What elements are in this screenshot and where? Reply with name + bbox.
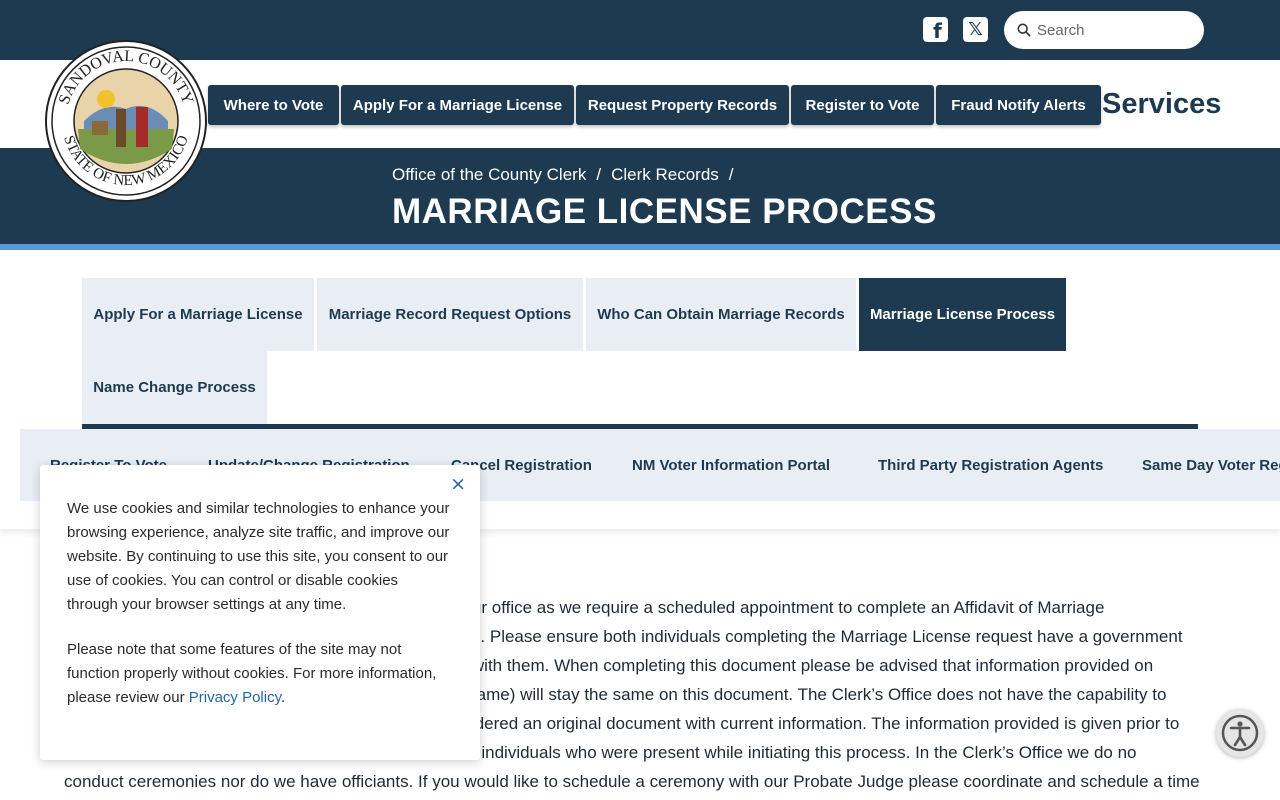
subnav-nm-voter-information-portal[interactable]: NM Voter Information Portal: [632, 457, 830, 474]
privacy-policy-link[interactable]: Privacy Policy: [189, 689, 281, 706]
tab-apply-marriage-license[interactable]: Apply For a Marriage License: [82, 278, 314, 351]
cookie-note-end: .: [280, 689, 286, 706]
subnav-same-day-voter-registration[interactable]: Same Day Voter Registration: [1142, 457, 1280, 474]
search-icon: [1017, 23, 1031, 37]
nav-fraud-notify-alerts[interactable]: Fraud Notify Alerts: [936, 85, 1101, 125]
accessibility-button[interactable]: [1216, 709, 1264, 757]
page-title: MARRIAGE LICENSE PROCESS: [392, 192, 937, 231]
nav-apply-marriage-license[interactable]: Apply For a Marriage License: [341, 85, 574, 125]
breadcrumb-separator: /: [596, 165, 602, 184]
tab-marriage-record-request-options[interactable]: Marriage Record Request Options: [317, 278, 583, 351]
nav-services[interactable]: Services: [1102, 88, 1221, 121]
tab-name-change-process[interactable]: Name Change Process: [82, 351, 267, 424]
breadcrumb-clerk-records[interactable]: Clerk Records: [611, 165, 719, 184]
breadcrumb-office-of-county-clerk[interactable]: Office of the County Clerk: [392, 165, 586, 184]
cookie-text: We use cookies and similar technologies …: [67, 500, 450, 613]
close-icon[interactable]: ×: [450, 473, 466, 495]
content-line: conduct ceremonies nor do we have offici…: [64, 772, 1200, 791]
cookie-banner: × We use cookies and similar technologie…: [40, 465, 480, 760]
nav-where-to-vote[interactable]: Where to Vote: [208, 85, 339, 125]
hero-stripe: [0, 244, 1280, 250]
facebook-icon[interactable]: f: [923, 17, 948, 43]
nav-request-property-records[interactable]: Request Property Records: [576, 85, 789, 125]
breadcrumb: Office of the County Clerk / Clerk Records…: [392, 165, 744, 185]
breadcrumb-separator: /: [728, 165, 734, 184]
x-icon[interactable]: 𝕏: [963, 17, 988, 42]
subnav-third-party-registration-agents[interactable]: Third Party Registration Agents: [878, 457, 1103, 474]
county-seal-logo[interactable]: SANDOVAL COUNTY STATE OF NEW MEXICO: [44, 39, 208, 203]
search-box[interactable]: [1004, 11, 1204, 49]
accessibility-icon: [1221, 714, 1259, 752]
tab-who-can-obtain-marriage-records[interactable]: Who Can Obtain Marriage Records: [586, 278, 856, 351]
search-input[interactable]: [1037, 21, 1187, 39]
cookie-note: Please note that some features of the si…: [67, 638, 453, 710]
tab-marriage-license-process[interactable]: Marriage License Process: [859, 278, 1066, 351]
nav-register-to-vote[interactable]: Register to Vote: [791, 85, 934, 125]
